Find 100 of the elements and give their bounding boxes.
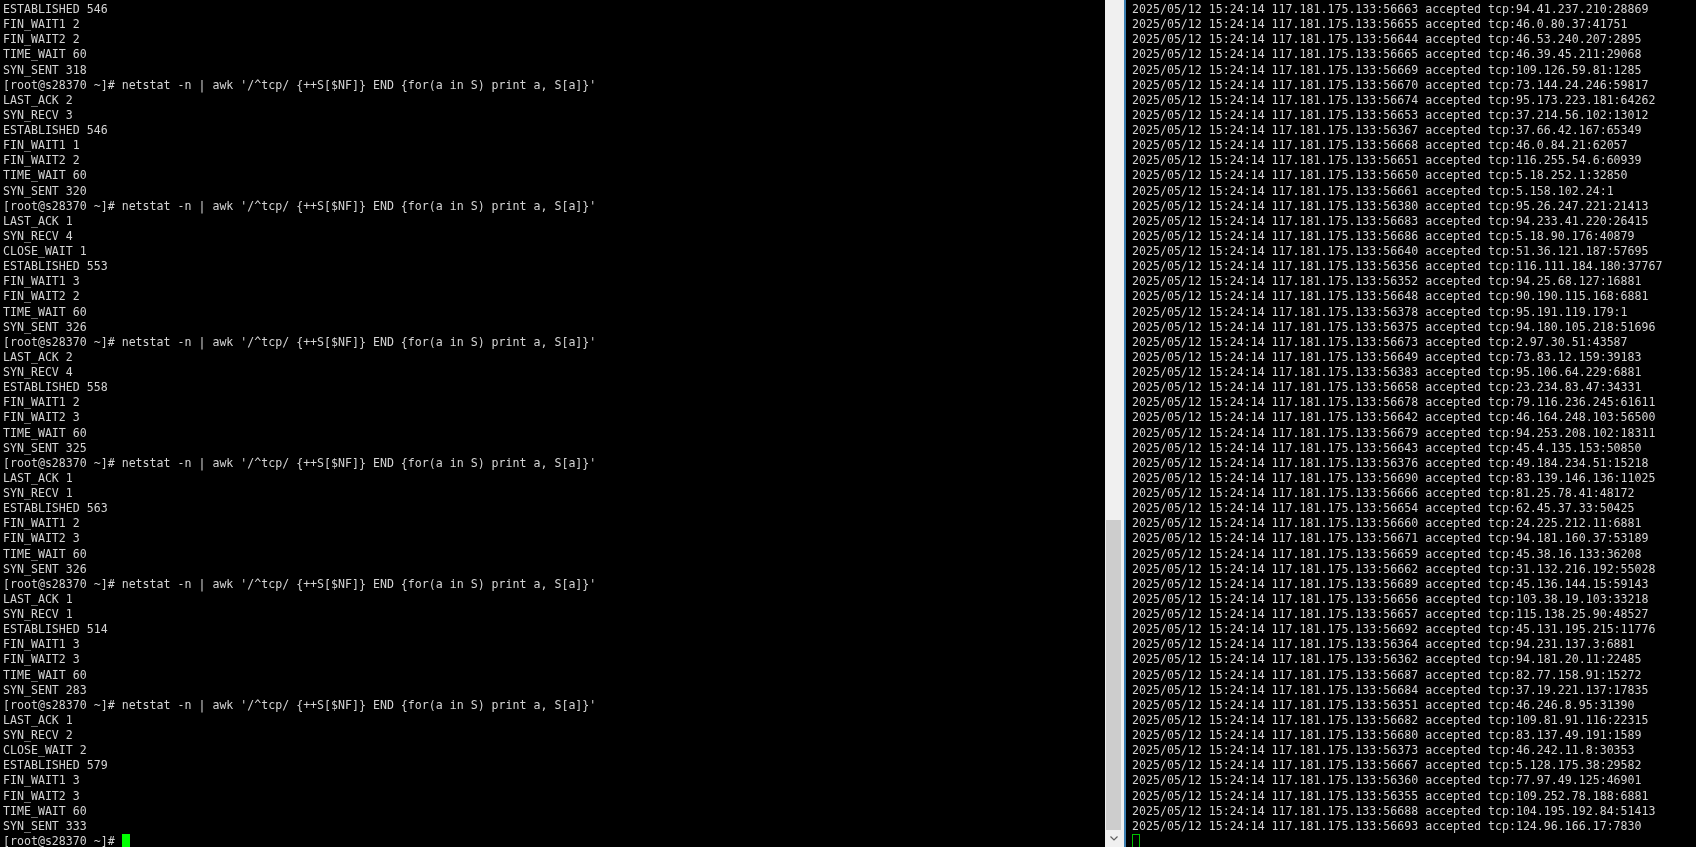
terminal-line: [root@s28370 ~]# netstat -n | awk '/^tcp/ {++S[$NF]} END {for(a in S) print a, S[a]}' bbox=[3, 334, 597, 350]
terminal-line: 2025/05/12 15:24:14 117.181.175.133:56684 accepted tcp:37.19.221.137:17835 bbox=[1132, 682, 1649, 698]
terminal-line: TIME_WAIT 60 bbox=[3, 546, 87, 562]
terminal-line: 2025/05/12 15:24:14 117.181.175.133:56378 accepted tcp:95.191.119.179:1 bbox=[1132, 304, 1628, 320]
terminal-line: 2025/05/12 15:24:14 117.181.175.133:56679 accepted tcp:94.253.208.102:18311 bbox=[1132, 425, 1656, 441]
terminal-line: LAST_ACK 1 bbox=[3, 213, 73, 229]
terminal-line: 2025/05/12 15:24:14 117.181.175.133:56376 accepted tcp:49.184.234.51:15218 bbox=[1132, 455, 1649, 471]
terminal-line: TIME_WAIT 60 bbox=[3, 168, 87, 184]
terminal-line: 2025/05/12 15:24:14 117.181.175.133:56660 accepted tcp:24.225.212.11:6881 bbox=[1132, 516, 1642, 532]
terminal-line: 2025/05/12 15:24:14 117.181.175.133:56649 accepted tcp:73.83.12.159:39183 bbox=[1132, 349, 1642, 365]
terminal-line: SYN_RECV 4 bbox=[3, 365, 73, 381]
terminal-line: 2025/05/12 15:24:14 117.181.175.133:56654 accepted tcp:62.45.37.33:50425 bbox=[1132, 501, 1635, 517]
terminal-line: FIN_WAIT1 1 bbox=[3, 138, 80, 154]
terminal-line: 2025/05/12 15:24:14 117.181.175.133:56686 accepted tcp:5.18.90.176:40879 bbox=[1132, 228, 1635, 244]
terminal-line: 2025/05/12 15:24:14 117.181.175.133:56351 accepted tcp:46.246.8.95:31390 bbox=[1132, 697, 1635, 713]
terminal-line: SYN_RECV 4 bbox=[3, 228, 73, 244]
terminal-line: 2025/05/12 15:24:14 117.181.175.133:56656 accepted tcp:103.38.19.103:33218 bbox=[1132, 591, 1649, 607]
terminal-line: 2025/05/12 15:24:14 117.181.175.133:56667 accepted tcp:5.128.175.38:29582 bbox=[1132, 758, 1642, 774]
terminal-line: [root@s28370 ~]# netstat -n | awk '/^tcp/ {++S[$NF]} END {for(a in S) print a, S[a]}' bbox=[3, 576, 597, 592]
terminal-line: SYN_SENT 320 bbox=[3, 183, 87, 199]
terminal-line: FIN_WAIT2 3 bbox=[3, 531, 80, 547]
terminal-line: ESTABLISHED 579 bbox=[3, 758, 108, 774]
terminal-line: 2025/05/12 15:24:14 117.181.175.133:56364 accepted tcp:94.231.137.3:6881 bbox=[1132, 637, 1635, 653]
terminal-line: [root@s28370 ~]# netstat -n | awk '/^tcp/ {++S[$NF]} END {for(a in S) print a, S[a]}' bbox=[3, 198, 597, 214]
terminal-line: SYN_RECV 2 bbox=[3, 728, 73, 744]
terminal-line: 2025/05/12 15:24:14 117.181.175.133:56356 accepted tcp:116.111.184.180:37767 bbox=[1132, 259, 1663, 275]
terminal-line: 2025/05/12 15:24:14 117.181.175.133:56678 accepted tcp:79.116.236.245:61611 bbox=[1132, 395, 1656, 411]
terminal-line: LAST_ACK 1 bbox=[3, 712, 73, 728]
terminal-line: 2025/05/12 15:24:14 117.181.175.133:56360 accepted tcp:77.97.49.125:46901 bbox=[1132, 773, 1642, 789]
terminal-line: 2025/05/12 15:24:14 117.181.175.133:56690 accepted tcp:83.139.146.136:11025 bbox=[1132, 470, 1656, 486]
terminal-line: FIN_WAIT1 2 bbox=[3, 395, 80, 411]
terminal-line: SYN_SENT 283 bbox=[3, 682, 87, 698]
terminal-line: 2025/05/12 15:24:14 117.181.175.133:56688 accepted tcp:104.195.192.84:51413 bbox=[1132, 803, 1656, 819]
terminal-line: 2025/05/12 15:24:14 117.181.175.133:56643 accepted tcp:45.4.135.153:50850 bbox=[1132, 440, 1642, 456]
prompt: [root@s28370 ~]# bbox=[3, 833, 115, 847]
terminal-line: 2025/05/12 15:24:14 117.181.175.133:56642 accepted tcp:46.164.248.103:56500 bbox=[1132, 410, 1656, 426]
terminal-line: 2025/05/12 15:24:14 117.181.175.133:56651 accepted tcp:116.255.54.6:60939 bbox=[1132, 153, 1642, 169]
terminal-line: 2025/05/12 15:24:14 117.181.175.133:56671 accepted tcp:94.181.160.37:53189 bbox=[1132, 531, 1649, 547]
terminal-line: SYN_SENT 318 bbox=[3, 62, 87, 78]
terminal-line: SYN_RECV 1 bbox=[3, 607, 73, 623]
terminal-line: [root@s28370 ~]# netstat -n | awk '/^tcp/ {++S[$NF]} END {for(a in S) print a, S[a]}' bbox=[3, 455, 597, 471]
terminal-line: 2025/05/12 15:24:14 117.181.175.133:56380 accepted tcp:95.26.247.221:21413 bbox=[1132, 198, 1649, 214]
terminal-line: 2025/05/12 15:24:14 117.181.175.133:56680 accepted tcp:83.137.49.191:1589 bbox=[1132, 728, 1642, 744]
terminal-line: 2025/05/12 15:24:14 117.181.175.133:56659 accepted tcp:45.38.16.133:36208 bbox=[1132, 546, 1642, 562]
terminal-line: 2025/05/12 15:24:14 117.181.175.133:56674 accepted tcp:95.173.223.181:64262 bbox=[1132, 92, 1656, 108]
terminal-line: 2025/05/12 15:24:14 117.181.175.133:56670 accepted tcp:73.144.24.246:59817 bbox=[1132, 77, 1649, 93]
terminal-line: LAST_ACK 2 bbox=[3, 349, 73, 365]
terminal-line: 2025/05/12 15:24:14 117.181.175.133:56682 accepted tcp:109.81.91.116:22315 bbox=[1132, 712, 1649, 728]
terminal-line: 2025/05/12 15:24:14 117.181.175.133:56644 accepted tcp:46.53.240.207:2895 bbox=[1132, 32, 1642, 48]
terminal-line: FIN_WAIT2 2 bbox=[3, 153, 80, 169]
scrollbar[interactable] bbox=[1105, 0, 1122, 847]
terminal-line: TIME_WAIT 60 bbox=[3, 667, 87, 683]
scroll-down-icon[interactable] bbox=[1109, 836, 1118, 841]
terminal-line: 2025/05/12 15:24:14 117.181.175.133:56669 accepted tcp:109.126.59.81:1285 bbox=[1132, 62, 1642, 78]
terminal-line: 2025/05/12 15:24:14 117.181.175.133:56657 accepted tcp:115.138.25.90:48527 bbox=[1132, 607, 1649, 623]
terminal-line: 2025/05/12 15:24:14 117.181.175.133:56673 accepted tcp:2.97.30.51:43587 bbox=[1132, 334, 1628, 350]
terminal-line: TIME_WAIT 60 bbox=[3, 803, 87, 819]
terminal-line: ESTABLISHED 558 bbox=[3, 380, 108, 396]
terminal-line: 2025/05/12 15:24:14 117.181.175.133:56648 accepted tcp:90.190.115.168:6881 bbox=[1132, 289, 1649, 305]
terminal-line: 2025/05/12 15:24:14 117.181.175.133:56661 accepted tcp:5.158.102.24:1 bbox=[1132, 183, 1614, 199]
terminal-line: 2025/05/12 15:24:14 117.181.175.133:56653 accepted tcp:37.214.56.102:13012 bbox=[1132, 107, 1649, 123]
terminal-line: 2025/05/12 15:24:14 117.181.175.133:56662 accepted tcp:31.132.216.192:55028 bbox=[1132, 561, 1656, 577]
terminal-line: TIME_WAIT 60 bbox=[3, 304, 87, 320]
terminal-line: 2025/05/12 15:24:14 117.181.175.133:56687 accepted tcp:82.77.158.91:15272 bbox=[1132, 667, 1642, 683]
terminal-line: [root@s28370 ~]# netstat -n | awk '/^tcp/ {++S[$NF]} END {for(a in S) print a, S[a]}' bbox=[3, 697, 597, 713]
terminal-line: 2025/05/12 15:24:14 117.181.175.133:56655 accepted tcp:46.0.80.37:41751 bbox=[1132, 17, 1628, 33]
terminal-line: [root@s28370 ~]# netstat -n | awk '/^tcp/ {++S[$NF]} END {for(a in S) print a, S[a]}' bbox=[3, 77, 597, 93]
terminal-line: LAST_ACK 1 bbox=[3, 591, 73, 607]
terminal-line: 2025/05/12 15:24:14 117.181.175.133:56373 accepted tcp:46.242.11.8:30353 bbox=[1132, 743, 1635, 759]
terminal-line: SYN_RECV 3 bbox=[3, 107, 73, 123]
terminal-line: 2025/05/12 15:24:14 117.181.175.133:56375 accepted tcp:94.180.105.218:51696 bbox=[1132, 319, 1656, 335]
terminal-line: FIN_WAIT1 2 bbox=[3, 516, 80, 532]
terminal-line: FIN_WAIT1 3 bbox=[3, 637, 80, 653]
terminal-line: FIN_WAIT1 3 bbox=[3, 773, 80, 789]
terminal-line: ESTABLISHED 553 bbox=[3, 259, 108, 275]
terminal-line: ESTABLISHED 563 bbox=[3, 501, 108, 517]
terminal-line: FIN_WAIT2 2 bbox=[3, 32, 80, 48]
terminal-line: 2025/05/12 15:24:14 117.181.175.133:56663 accepted tcp:94.41.237.210:28869 bbox=[1132, 2, 1649, 18]
terminal-line: 2025/05/12 15:24:14 117.181.175.133:56367 accepted tcp:37.66.42.167:65349 bbox=[1132, 123, 1642, 139]
scrollbar-thumb[interactable] bbox=[1106, 520, 1121, 830]
terminal-line: FIN_WAIT2 3 bbox=[3, 788, 80, 804]
terminal-line: 2025/05/12 15:24:14 117.181.175.133:56683 accepted tcp:94.233.41.220:26415 bbox=[1132, 213, 1649, 229]
terminal-line: 2025/05/12 15:24:14 117.181.175.133:56658 accepted tcp:23.234.83.47:34331 bbox=[1132, 380, 1642, 396]
terminal-line: CLOSE_WAIT 1 bbox=[3, 244, 87, 260]
terminal-line: TIME_WAIT 60 bbox=[3, 47, 87, 63]
terminal-line: 2025/05/12 15:24:14 117.181.175.133:56666 accepted tcp:81.25.78.41:48172 bbox=[1132, 486, 1635, 502]
terminal-line: ESTABLISHED 514 bbox=[3, 622, 108, 638]
terminal-line: LAST_ACK 2 bbox=[3, 92, 73, 108]
terminal-line: FIN_WAIT2 3 bbox=[3, 652, 80, 668]
terminal-line: FIN_WAIT1 3 bbox=[3, 274, 80, 290]
terminal-line: FIN_WAIT2 2 bbox=[3, 289, 80, 305]
terminal-line: 2025/05/12 15:24:14 117.181.175.133:56668 accepted tcp:46.0.84.21:62057 bbox=[1132, 138, 1628, 154]
terminal-line: CLOSE_WAIT 2 bbox=[3, 743, 87, 759]
terminal-line: 2025/05/12 15:24:14 117.181.175.133:56650 accepted tcp:5.18.252.1:32850 bbox=[1132, 168, 1628, 184]
terminal-line: FIN_WAIT2 3 bbox=[3, 410, 80, 426]
terminal-line: 2025/05/12 15:24:14 117.181.175.133:56665 accepted tcp:46.39.45.211:29068 bbox=[1132, 47, 1642, 63]
terminal-line: 2025/05/12 15:24:14 117.181.175.133:56693 accepted tcp:124.96.166.17:7830 bbox=[1132, 818, 1642, 834]
terminal-line: FIN_WAIT1 2 bbox=[3, 17, 80, 33]
terminal-line: ESTABLISHED 546 bbox=[3, 2, 108, 18]
terminal-line: TIME_WAIT 60 bbox=[3, 425, 87, 441]
